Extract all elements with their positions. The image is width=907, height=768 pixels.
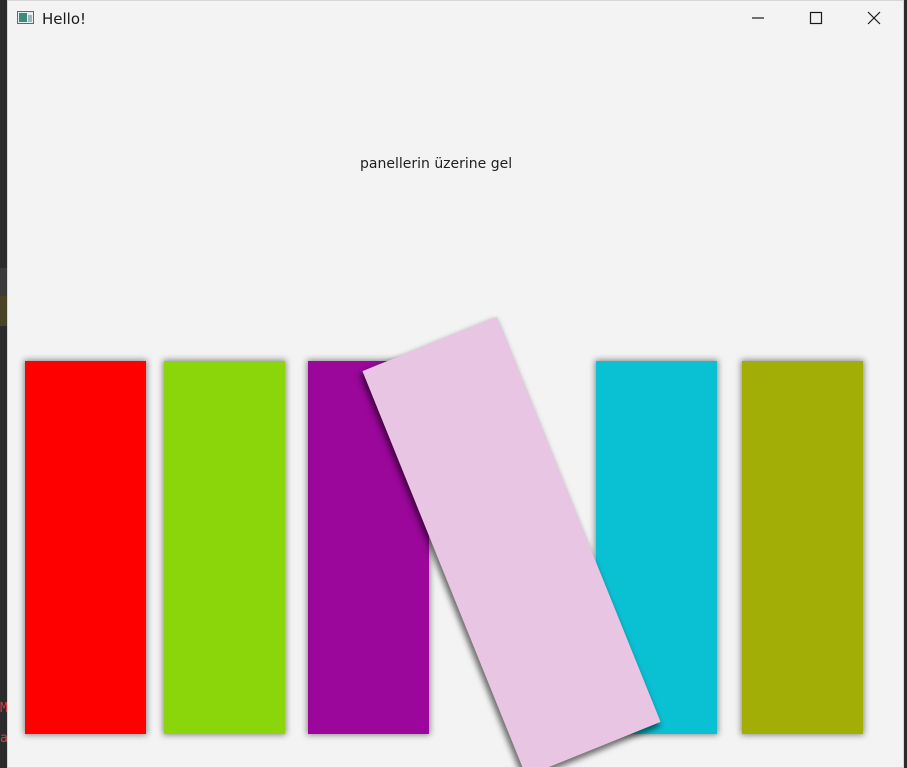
close-button[interactable] [845, 1, 903, 35]
panel-red[interactable] [25, 361, 146, 734]
minimize-button[interactable] [729, 1, 787, 35]
content-area: panellerin üzerine gel [8, 35, 903, 767]
close-icon [867, 11, 881, 25]
maximize-button[interactable] [787, 1, 845, 35]
window-title: Hello! [42, 10, 87, 28]
title-bar[interactable]: Hello! [8, 1, 903, 35]
app-icon [17, 11, 34, 24]
panel-green[interactable] [164, 361, 285, 734]
app-window: Hello! panellerin üzerine gel [7, 0, 904, 768]
minimize-icon [752, 17, 764, 19]
maximize-icon [809, 11, 823, 25]
panel-olive[interactable] [742, 361, 863, 734]
hint-label: panellerin üzerine gel [360, 156, 513, 172]
